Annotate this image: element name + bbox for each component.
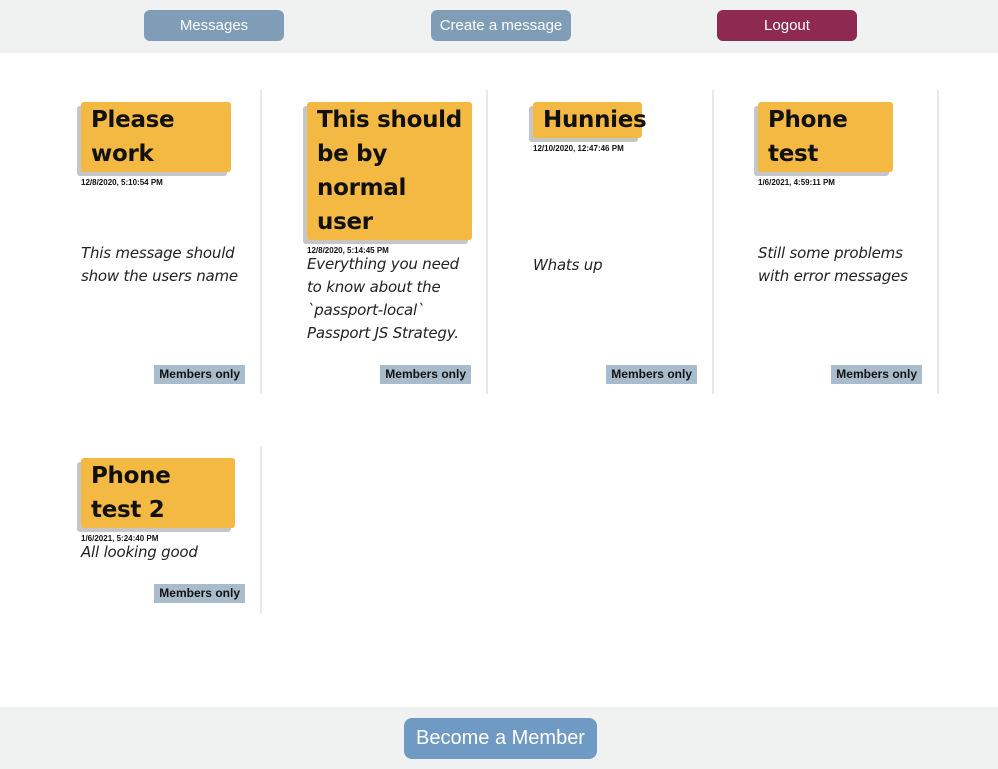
top-nav-bar: Messages Create a message Logout xyxy=(0,0,998,53)
message-card: Phone test 2 1/6/2021, 5:24:40 PM All lo… xyxy=(62,446,262,613)
become-member-button[interactable]: Become a Member xyxy=(404,718,597,759)
members-only-badge: Members only xyxy=(606,365,697,384)
message-title: This should be by normal user xyxy=(307,102,472,240)
message-date: 12/10/2020, 12:47:46 PM xyxy=(533,144,624,153)
members-only-badge: Members only xyxy=(154,365,245,384)
message-title-wrap: Phone test 2 xyxy=(77,458,235,532)
members-only-badge: Members only xyxy=(380,365,471,384)
message-title: Please work xyxy=(81,102,231,172)
message-card: Phone test 1/6/2021, 4:59:11 PM Still so… xyxy=(739,90,939,394)
message-card: This should be by normal user 12/8/2020,… xyxy=(288,90,488,394)
message-body: Everything you need to know about the `p… xyxy=(307,255,459,342)
message-title-wrap: Phone test xyxy=(754,102,893,176)
message-title-wrap: This should be by normal user xyxy=(303,102,472,244)
message-body: This message should show the users name xyxy=(81,244,238,285)
message-date: 1/6/2021, 4:59:11 PM xyxy=(758,178,835,187)
message-title-wrap: Hunnies xyxy=(529,102,647,142)
message-body: All looking good xyxy=(81,543,198,561)
message-body: Whats up xyxy=(533,256,603,274)
message-title-wrap: Please work xyxy=(77,102,231,176)
message-body: Still some problems with error messages xyxy=(758,244,908,285)
logout-button[interactable]: Logout xyxy=(717,10,857,41)
message-title: Phone test 2 xyxy=(81,458,235,528)
message-card: Please work 12/8/2020, 5:10:54 PM This m… xyxy=(62,90,262,394)
message-card: Hunnies 12/10/2020, 12:47:46 PM Whats up… xyxy=(514,90,714,394)
members-only-badge: Members only xyxy=(831,365,922,384)
footer-bar: Become a Member xyxy=(0,707,998,769)
message-title: Phone test xyxy=(758,102,893,172)
members-only-badge: Members only xyxy=(154,584,245,603)
create-message-button[interactable]: Create a message xyxy=(431,10,571,41)
message-title: Hunnies xyxy=(533,102,647,138)
messages-button[interactable]: Messages xyxy=(144,10,284,41)
message-date: 12/8/2020, 5:10:54 PM xyxy=(81,178,163,187)
